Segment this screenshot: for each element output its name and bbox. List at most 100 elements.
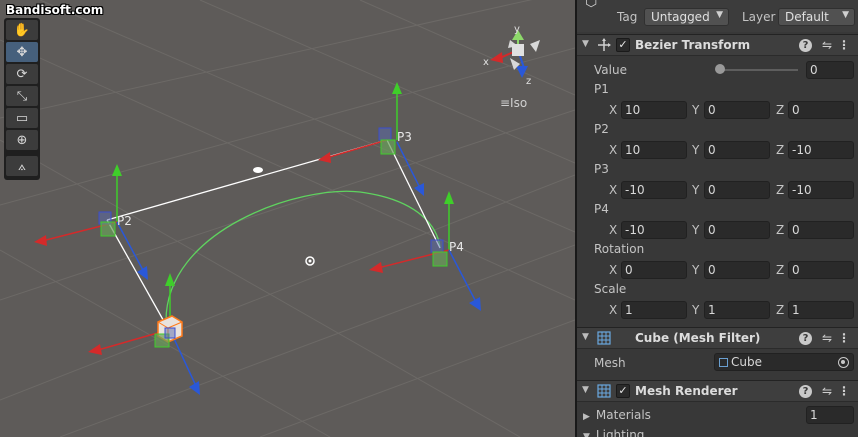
hand-tool[interactable]: ✋: [6, 20, 38, 40]
scale-x-axis-label: X: [609, 303, 618, 317]
rotate-tool-icon: ⟳: [16, 66, 28, 82]
rect-tool-icon: ▭: [15, 110, 29, 126]
rotation-x-field[interactable]: 0: [621, 261, 687, 279]
p4-x-field[interactable]: -10: [621, 221, 687, 239]
inspector-panel: ⬡ Tag Untagged ▼ Layer Default ▼ ▼ ✓ Bez…: [577, 0, 858, 437]
mesh-filter-icon: [597, 331, 611, 345]
foldout-arrow-icon[interactable]: ▼: [582, 332, 589, 342]
p4-y-axis-label: Y: [692, 223, 700, 237]
handle-midpoint-marker: [253, 167, 263, 173]
scene-view[interactable]: P2 P3 P4 y x z Bandisoft.com ✋ ✥ ⟳ ⤡ ▭ ⊕ ⟑ ≡Is…: [0, 0, 575, 437]
p2-z-axis-label: Z: [776, 143, 785, 157]
preset-icon[interactable]: ⇋: [822, 384, 832, 398]
layer-dropdown[interactable]: Default ▼: [778, 8, 855, 26]
mesh-renderer-icon: [597, 384, 611, 398]
p3-y-axis-label: Y: [692, 183, 700, 197]
bezier-transform-header[interactable]: ▼ ✓ Bezier Transform ? ⇋ ⋮: [577, 34, 858, 56]
p2-x-axis-label: X: [609, 143, 618, 157]
rotation-z-field[interactable]: 0: [788, 261, 854, 279]
recorder-watermark: Bandisoft.com: [6, 3, 104, 17]
move-tool-icon: ✥: [16, 44, 28, 60]
scale-tool[interactable]: ⤡: [6, 86, 38, 106]
bezier-curve: [165, 190, 441, 323]
scale-label: Scale: [594, 282, 627, 296]
p3-x-field[interactable]: -10: [621, 181, 687, 199]
p4-x-axis-label: X: [609, 223, 618, 237]
help-icon[interactable]: ?: [799, 39, 812, 52]
bezier-handles: [106, 139, 441, 326]
rotation-z-axis-label: Z: [776, 263, 785, 277]
more-options-icon[interactable]: ⋮: [838, 331, 850, 345]
move-tool[interactable]: ✥: [6, 42, 38, 62]
hand-tool-icon: ✋: [13, 22, 31, 38]
rotation-y-axis-label: Y: [692, 263, 700, 277]
foldout-arrow-icon[interactable]: ▼: [582, 385, 589, 395]
value-slider-track[interactable]: [724, 69, 798, 71]
p4-label: P4: [594, 202, 609, 216]
p3-label: P3: [397, 130, 412, 144]
rect-tool[interactable]: ▭: [6, 108, 38, 128]
bezier-transform-title: Bezier Transform: [635, 38, 751, 52]
transform-tool-icon: ⊕: [16, 132, 28, 148]
scale-z-field[interactable]: 1: [788, 301, 854, 319]
mesh-filter-title: Cube (Mesh Filter): [635, 331, 761, 345]
p1-label: P1: [594, 82, 609, 96]
p2-z-field[interactable]: -10: [788, 141, 854, 159]
rotate-tool[interactable]: ⟳: [6, 64, 38, 84]
layer-label: Layer: [742, 10, 776, 24]
tag-value: Untagged: [651, 10, 710, 24]
scale-tool-icon: ⤡: [16, 88, 28, 104]
p3-y-field[interactable]: 0: [704, 181, 770, 199]
scale-x-field[interactable]: 1: [621, 301, 687, 319]
p1-y-field[interactable]: 0: [704, 101, 770, 119]
rotation-label: Rotation: [594, 242, 645, 256]
lighting-foldout[interactable]: ▼ Lighting: [583, 428, 644, 437]
p4-handle[interactable]: [369, 191, 481, 311]
foldout-down-icon: ▼: [583, 432, 590, 437]
bezier-enabled-checkbox[interactable]: ✓: [616, 38, 630, 52]
materials-foldout[interactable]: ▶ Materials: [583, 408, 651, 422]
mesh-object-field[interactable]: Cube: [714, 353, 854, 371]
p3-z-field[interactable]: -10: [788, 181, 854, 199]
p4-z-field[interactable]: 0: [788, 221, 854, 239]
transform-tool[interactable]: ⊕: [6, 130, 38, 150]
more-options-icon[interactable]: ⋮: [838, 384, 850, 398]
p4-y-field[interactable]: 0: [704, 221, 770, 239]
p3-z-axis-label: Z: [776, 183, 785, 197]
scene-canvas[interactable]: P2 P3 P4 y x z: [0, 0, 575, 437]
value-slider-thumb[interactable]: [715, 64, 725, 74]
scene-tools-toolbar: ✋ ✥ ⟳ ⤡ ▭ ⊕ ⟑: [4, 18, 40, 180]
p1-z-axis-label: Z: [776, 103, 785, 117]
mesh-value: Cube: [731, 355, 762, 369]
preset-icon[interactable]: ⇋: [822, 331, 832, 345]
p2-y-field[interactable]: 0: [704, 141, 770, 159]
p1-z-field[interactable]: 0: [788, 101, 854, 119]
lighting-label: Lighting: [595, 428, 645, 437]
p2-x-field[interactable]: 10: [621, 141, 687, 159]
mesh-renderer-title: Mesh Renderer: [635, 384, 738, 398]
custom-tool[interactable]: ⟑: [6, 156, 38, 176]
mesh-renderer-enabled-checkbox[interactable]: ✓: [616, 384, 630, 398]
foldout-arrow-icon[interactable]: ▼: [582, 39, 589, 49]
preset-icon[interactable]: ⇋: [822, 38, 832, 52]
p3-x-axis-label: X: [609, 183, 618, 197]
scale-y-field[interactable]: 1: [704, 301, 770, 319]
p1-x-field[interactable]: 10: [621, 101, 687, 119]
value-field[interactable]: 0: [806, 61, 854, 79]
tag-dropdown[interactable]: Untagged ▼: [644, 8, 729, 26]
p1-handle[interactable]: [88, 273, 200, 395]
projection-mode-toggle[interactable]: ≡Iso: [500, 96, 527, 110]
rotation-y-field[interactable]: 0: [704, 261, 770, 279]
mesh-filter-header[interactable]: ▼ Cube (Mesh Filter) ? ⇋ ⋮: [577, 327, 858, 349]
help-icon[interactable]: ?: [799, 332, 812, 345]
scale-y-axis-label: Y: [692, 303, 700, 317]
transform-icon: [598, 38, 611, 51]
object-picker-icon[interactable]: [838, 357, 849, 368]
mesh-renderer-header[interactable]: ▼ ✓ Mesh Renderer ? ⇋ ⋮: [577, 380, 858, 402]
orientation-gizmo[interactable]: y x z: [483, 24, 540, 87]
more-options-icon[interactable]: ⋮: [838, 38, 850, 52]
p2-y-axis-label: Y: [692, 143, 700, 157]
help-icon[interactable]: ?: [799, 385, 812, 398]
p3-label: P3: [594, 162, 609, 176]
materials-count-field[interactable]: 1: [806, 406, 854, 424]
